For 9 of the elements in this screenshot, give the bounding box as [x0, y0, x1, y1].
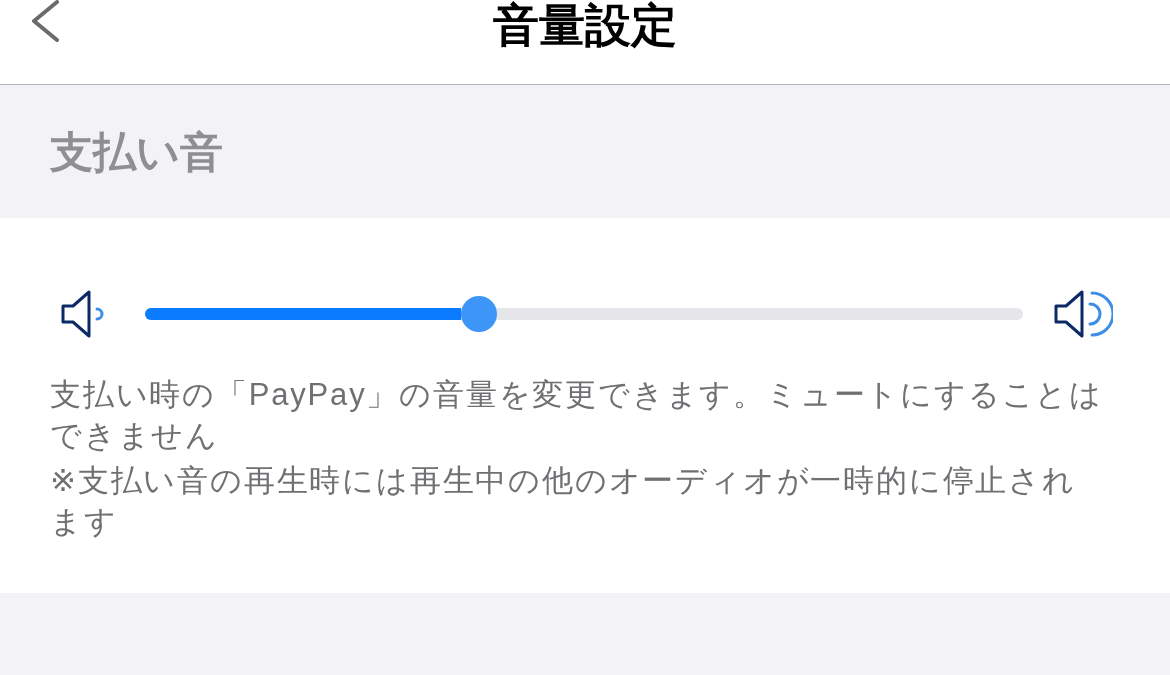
volume-slider-thumb[interactable]	[460, 296, 497, 332]
page-title: 音量設定	[493, 0, 677, 50]
speaker-low-icon	[60, 289, 106, 339]
description-text: ※支払い音の再生時には再生中の他のオーディオが一時的に停止されます	[50, 462, 1077, 541]
description-text: 支払い時の「PayPay」の音量を変更できます。ミュートにすることはできません	[50, 376, 1105, 455]
back-button[interactable]	[30, 0, 60, 42]
chevron-left-icon	[30, 0, 60, 42]
speaker-high-icon	[1053, 288, 1113, 340]
section-title: 支払い音	[50, 126, 223, 177]
